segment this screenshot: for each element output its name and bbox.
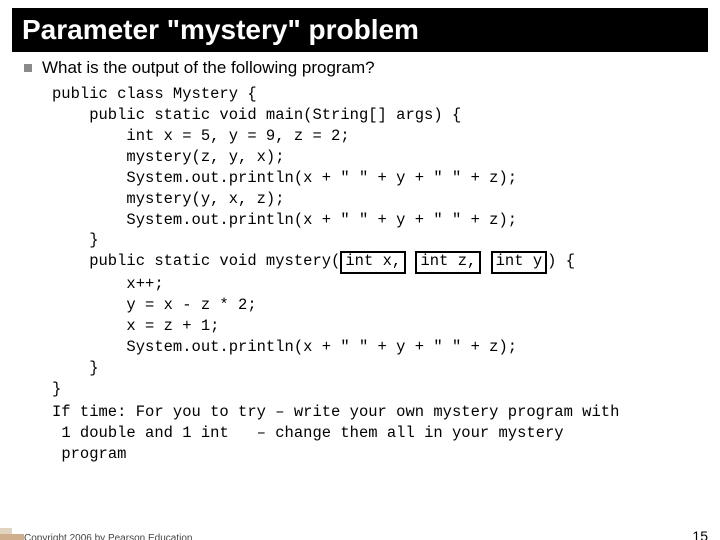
page-number: 15: [692, 528, 708, 540]
code-line: int x = 5, y = 9, z = 2;: [52, 127, 350, 145]
code-line: System.out.println(x + " " + y + " " + z…: [52, 169, 517, 187]
code-line: public static void mystery(: [52, 252, 340, 270]
code-line: public class Mystery {: [52, 85, 257, 103]
code-text: [406, 252, 415, 270]
param-box-z: int z,: [415, 251, 481, 274]
footer: Copyright 2006 by Pearson Education 15: [24, 528, 708, 540]
code-line: }: [52, 359, 99, 377]
question-text: What is the output of the following prog…: [42, 58, 375, 78]
code-line: }: [52, 380, 61, 398]
code-line: public static void main(String[] args) {: [52, 106, 461, 124]
code-line: y = x - z * 2;: [52, 296, 257, 314]
code-line: x = z + 1;: [52, 317, 219, 335]
code-line: System.out.println(x + " " + y + " " + z…: [52, 338, 517, 356]
content-area: What is the output of the following prog…: [0, 58, 720, 465]
param-box-y: int y: [491, 251, 548, 274]
slide-title: Parameter "mystery" problem: [22, 14, 698, 46]
code-line: x++;: [52, 275, 164, 293]
code-line: System.out.println(x + " " + y + " " + z…: [52, 211, 517, 229]
code-text: [481, 252, 490, 270]
title-bar: Parameter "mystery" problem: [12, 8, 708, 52]
question-line: What is the output of the following prog…: [24, 58, 696, 78]
if-time-note: If time: For you to try – write your own…: [52, 402, 696, 465]
code-line: mystery(y, x, z);: [52, 190, 285, 208]
code-text: ) {: [547, 252, 575, 270]
code-line: mystery(z, y, x);: [52, 148, 285, 166]
copyright-text: Copyright 2006 by Pearson Education: [24, 533, 192, 540]
slide: Parameter "mystery" problem What is the …: [0, 8, 720, 540]
bullet-icon: [24, 64, 32, 72]
param-box-x: int x,: [340, 251, 406, 274]
code-line: }: [52, 231, 99, 249]
code-block: public class Mystery { public static voi…: [52, 84, 696, 400]
